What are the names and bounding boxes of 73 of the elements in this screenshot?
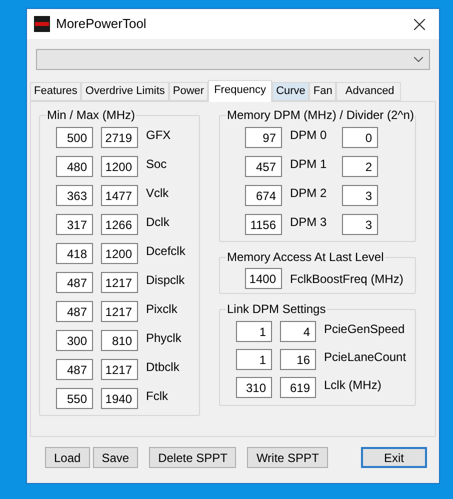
number-field[interactable]: 2 (342, 156, 378, 177)
dpm-label: DPM 2 (290, 184, 328, 202)
number-field[interactable]: 418 (56, 243, 93, 264)
number-field[interactable]: 2719 (101, 127, 138, 148)
action-button[interactable]: Write SPPT (247, 447, 328, 468)
dpm-label: DPM 0 (290, 126, 328, 144)
number-field[interactable]: 1217 (101, 301, 138, 322)
clock-label: Vclk (146, 184, 169, 202)
number-field[interactable]: 310 (236, 377, 272, 398)
number-field[interactable]: 457 (245, 156, 282, 177)
clock-label: GFX (146, 126, 171, 144)
clock-label: Fclk (146, 388, 168, 404)
group-title: Min / Max (MHz) (46, 107, 136, 124)
close-icon[interactable] (414, 18, 425, 30)
number-field[interactable]: 1400 (245, 268, 282, 289)
boost-label: FclkBoostFreq (MHz) (290, 270, 404, 288)
group-title: Memory DPM (MHz) / Divider (2^n) (226, 107, 415, 124)
number-field[interactable]: 619 (280, 377, 316, 398)
tab[interactable]: Fan (309, 82, 336, 101)
tab[interactable]: Advanced (336, 82, 402, 101)
number-field[interactable]: 674 (245, 185, 282, 206)
number-field[interactable]: 1477 (101, 185, 138, 206)
number-field[interactable]: 1217 (101, 272, 138, 293)
number-field[interactable]: 1200 (101, 156, 138, 177)
number-field[interactable]: 4 (280, 321, 316, 342)
number-field[interactable]: 487 (56, 359, 93, 380)
tab[interactable]: Features (30, 82, 82, 101)
number-field[interactable]: 97 (245, 127, 282, 148)
number-field[interactable]: 487 (56, 301, 93, 322)
number-field[interactable]: 1266 (101, 214, 138, 235)
action-button[interactable]: Load (45, 447, 90, 468)
action-button[interactable]: Exit (361, 447, 427, 468)
number-field[interactable]: 500 (56, 127, 93, 148)
number-field[interactable]: 1156 (245, 214, 282, 235)
number-field[interactable]: 363 (56, 185, 93, 206)
number-field[interactable]: 16 (280, 349, 316, 370)
tab[interactable]: Power (168, 82, 208, 101)
action-button[interactable]: Delete SPPT (149, 447, 236, 468)
dpm-label: DPM 3 (290, 214, 328, 230)
number-field[interactable]: 1 (236, 321, 272, 342)
number-field[interactable]: 300 (56, 330, 93, 351)
clock-label: Dtbclk (146, 358, 180, 376)
clock-label: Pixclk (146, 300, 178, 318)
link-label: PcieLaneCount (324, 348, 406, 366)
clock-label: Dcefclk (146, 242, 186, 260)
clock-label: Soc (146, 156, 167, 172)
clock-label: Dispclk (146, 272, 185, 288)
number-field[interactable]: 317 (56, 214, 93, 235)
link-label: Lclk (MHz) (324, 376, 382, 394)
number-field[interactable]: 480 (56, 156, 93, 177)
number-field[interactable]: 0 (342, 127, 378, 148)
tab[interactable]: Overdrive Limits (81, 82, 169, 101)
number-field[interactable]: 3 (342, 214, 378, 235)
chevron-icon (414, 57, 423, 62)
tab[interactable]: Curve (272, 82, 310, 101)
number-field[interactable]: 3 (342, 185, 378, 206)
number-field[interactable]: 810 (101, 330, 138, 351)
dpm-label: DPM 1 (290, 156, 328, 172)
number-field[interactable]: 1940 (101, 388, 138, 409)
app-icon (34, 16, 50, 32)
number-field[interactable]: 1200 (101, 243, 138, 264)
number-field[interactable]: 1217 (101, 359, 138, 380)
clock-label: Dclk (146, 214, 170, 230)
tab[interactable]: Frequency (208, 80, 272, 102)
number-field[interactable]: 1 (236, 349, 272, 370)
group-title: Link DPM Settings (226, 301, 327, 318)
number-field[interactable]: 487 (56, 272, 93, 293)
number-field[interactable]: 550 (56, 388, 93, 409)
link-label: PcieGenSpeed (324, 320, 405, 338)
clock-label: Phyclk (146, 330, 182, 346)
group-title: Memory Access At Last Level (226, 249, 385, 266)
action-button[interactable]: Save (92, 447, 138, 468)
window-title: MorePowerTool (56, 15, 146, 34)
